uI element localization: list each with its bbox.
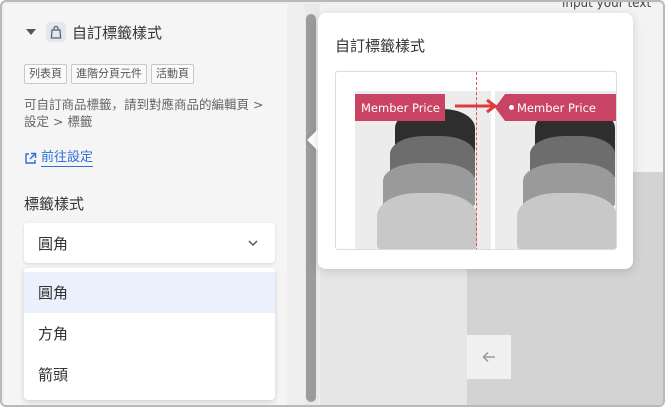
tag-event-page: 活動頁 — [151, 64, 194, 84]
style-preview-image: Member Price Member Price — [335, 71, 617, 250]
style-preview-popover: 自訂標籤樣式 Member Price Member Price — [318, 13, 633, 269]
shopping-bag-icon — [46, 22, 66, 42]
style-select[interactable]: 圓角 — [24, 223, 275, 263]
input-hint: input your text — [562, 0, 652, 10]
badge-arrow-label: Member Price — [517, 100, 597, 115]
style-field-label: 標籤樣式 — [24, 195, 85, 213]
chevron-down-icon — [248, 240, 258, 247]
shirt-light — [517, 193, 616, 249]
section-title: 自訂標籤樣式 — [72, 23, 163, 42]
tag-list-page: 列表頁 — [24, 64, 67, 84]
caret-down-icon[interactable] — [26, 29, 36, 35]
section-header[interactable]: 自訂標籤樣式 — [24, 20, 162, 44]
arrow-left-icon — [482, 351, 495, 363]
description: 可自訂商品標籤，請到對應商品的編輯頁 > 設定 > 標籤 — [24, 97, 264, 129]
style-dropdown: 圓角 方角 箭頭 — [24, 268, 275, 400]
popover-title: 自訂標籤樣式 — [335, 37, 426, 55]
tag-advanced-tabs: 進階分頁元件 — [71, 64, 147, 84]
window-frame: 自訂標籤樣式 列表頁 進階分頁元件 活動頁 可自訂商品標籤，請到對應商品的編輯頁… — [0, 0, 665, 407]
badge-rounded-example: Member Price — [355, 94, 445, 121]
option-square[interactable]: 方角 — [24, 313, 275, 354]
page-tags: 列表頁 進階分頁元件 活動頁 — [24, 64, 194, 84]
badge-arrow-example: Member Price — [495, 94, 616, 121]
back-button[interactable] — [467, 335, 511, 379]
option-rounded[interactable]: 圓角 — [24, 272, 275, 313]
go-to-settings-link[interactable]: 前往設定 — [24, 150, 94, 167]
arrow-right-icon — [455, 98, 498, 114]
scrollbar-thumb[interactable] — [306, 14, 316, 402]
option-arrow[interactable]: 箭頭 — [24, 354, 275, 395]
select-value: 圓角 — [38, 234, 69, 253]
shirt-light — [377, 193, 477, 249]
tag-hole-icon — [509, 105, 514, 110]
external-link-icon — [25, 152, 37, 164]
settings-link-label: 前往設定 — [41, 150, 94, 167]
